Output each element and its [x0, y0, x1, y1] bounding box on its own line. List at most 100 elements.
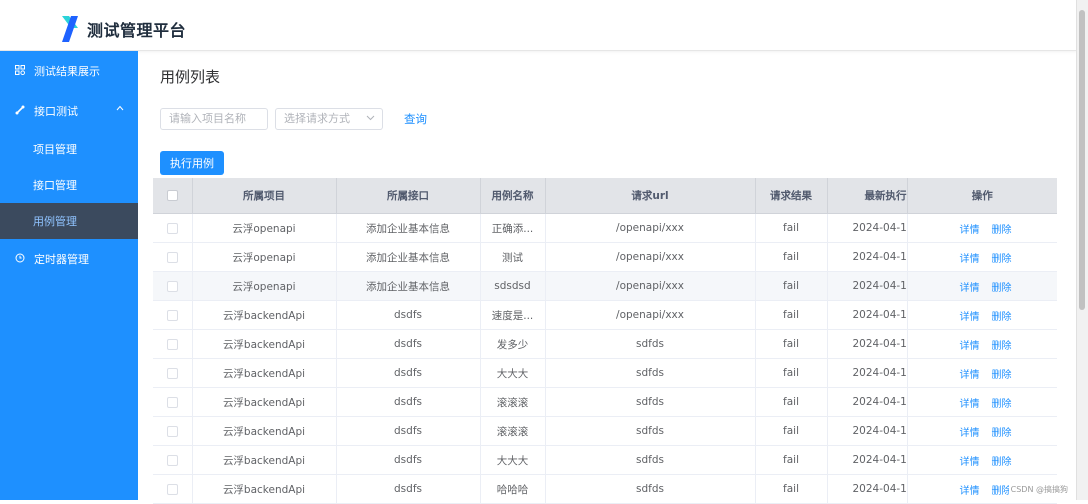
- row-select-cell[interactable]: [153, 271, 193, 301]
- cell-result: fail: [755, 271, 828, 301]
- chevron-down-icon: [366, 109, 375, 129]
- select-all-header[interactable]: [153, 178, 193, 214]
- cell-case-name: 大大大: [480, 445, 546, 475]
- cell-result: fail: [755, 300, 828, 330]
- row-checkbox[interactable]: [166, 367, 178, 379]
- table-row: 云浮backendApidsdfs滚滚滚sdfdsfail2024-04-16详…: [153, 387, 1057, 417]
- delete-link[interactable]: 删除: [992, 457, 1012, 468]
- table-row: 云浮backendApidsdfs滚滚滚sdfdsfail2024-04-16详…: [153, 416, 1057, 446]
- table-row: 云浮openapi 添加企业基本信息 sdsdsd/openapi/xxx fail 2…: [153, 271, 1057, 301]
- delete-link[interactable]: 删除: [992, 370, 1012, 381]
- delete-link[interactable]: 删除: [992, 283, 1012, 294]
- row-checkbox[interactable]: [166, 396, 178, 408]
- row-select-cell[interactable]: [153, 242, 193, 272]
- sidebar-item-project-management[interactable]: 项目管理: [0, 131, 138, 167]
- logo-icon: [62, 16, 78, 42]
- detail-link[interactable]: 详情: [960, 428, 980, 439]
- sidebar-item-case-management[interactable]: 用例管理: [0, 203, 138, 239]
- detail-link[interactable]: 详情: [960, 457, 980, 468]
- row-checkbox[interactable]: [166, 454, 178, 466]
- row-select-cell[interactable]: [153, 416, 193, 446]
- cell-api: 添加企业基本信息: [336, 242, 481, 272]
- cell-url: /openapi/xxx: [545, 271, 756, 301]
- select-all-checkbox[interactable]: [166, 190, 178, 201]
- detail-link[interactable]: 详情: [960, 225, 980, 236]
- cell-case-name: 大大大: [480, 358, 546, 388]
- execute-cases-button[interactable]: 执行用例: [160, 151, 224, 175]
- delete-link[interactable]: 删除: [992, 428, 1012, 439]
- delete-link[interactable]: 删除: [992, 312, 1012, 323]
- request-method-placeholder: 选择请求方式: [284, 112, 350, 125]
- row-select-cell[interactable]: [153, 387, 193, 417]
- row-checkbox[interactable]: [166, 251, 178, 263]
- table-row: 云浮openapi 添加企业基本信息 测试/openapi/xxx fail 2024-…: [153, 242, 1057, 272]
- row-checkbox[interactable]: [166, 280, 178, 292]
- row-select-cell[interactable]: [153, 474, 193, 504]
- request-method-select[interactable]: 选择请求方式: [275, 108, 383, 130]
- cell-result: fail: [755, 445, 828, 475]
- cell-case-name: 发多少: [480, 329, 546, 359]
- delete-link[interactable]: 删除: [992, 399, 1012, 410]
- cell-result: fail: [755, 242, 828, 272]
- top-header: 测试管理平台: [0, 0, 1077, 51]
- row-select-cell[interactable]: [153, 358, 193, 388]
- cell-api: dsdfs: [336, 445, 481, 475]
- delete-link[interactable]: 删除: [992, 341, 1012, 352]
- delete-link[interactable]: 删除: [992, 254, 1012, 265]
- cell-url: /openapi/xxx: [545, 213, 756, 243]
- detail-link[interactable]: 详情: [960, 341, 980, 352]
- detail-link[interactable]: 详情: [960, 486, 980, 497]
- cell-actions: 详情 删除: [906, 445, 1057, 475]
- cell-result: fail: [755, 387, 828, 417]
- cell-project: 云浮openapi: [192, 242, 337, 272]
- detail-link[interactable]: 详情: [960, 254, 980, 265]
- scrollbar-thumb[interactable]: [1079, 10, 1085, 310]
- table-row: 云浮backendApi dsdfs 速度是.../openapi/xxx fail 2…: [153, 300, 1057, 330]
- row-checkbox[interactable]: [166, 425, 178, 437]
- column-header-case-name: 用例名称: [480, 178, 546, 214]
- row-select-cell[interactable]: [153, 445, 193, 475]
- row-checkbox[interactable]: [166, 309, 178, 321]
- cell-url: sdfds: [545, 445, 756, 475]
- detail-link[interactable]: 详情: [960, 283, 980, 294]
- table-row: 云浮backendApidsdfs发多少sdfdsfail2024-04-16详…: [153, 329, 1057, 359]
- delete-link[interactable]: 删除: [992, 225, 1012, 236]
- cell-actions: 详情 删除: [906, 300, 1057, 330]
- row-checkbox[interactable]: [166, 338, 178, 350]
- row-select-cell[interactable]: [153, 300, 193, 330]
- column-header-project: 所属项目: [192, 178, 337, 214]
- cell-url: /openapi/xxx: [545, 242, 756, 272]
- table-row: 云浮backendApidsdfs哈哈哈sdfdsfail2024-04-16 详…: [153, 474, 1057, 504]
- row-checkbox[interactable]: [166, 222, 178, 234]
- sidebar-item-api-management[interactable]: 接口管理: [0, 167, 138, 203]
- cell-actions: 详情 删除: [906, 416, 1057, 446]
- cell-project: 云浮openapi: [192, 213, 337, 243]
- cell-actions: 详情 删除: [906, 358, 1057, 388]
- sidebar-item-timer-management[interactable]: 定时器管理: [0, 241, 138, 277]
- detail-link[interactable]: 详情: [960, 399, 980, 410]
- cell-api: dsdfs: [336, 329, 481, 359]
- sidebar-item-label: 测试结果展示: [34, 65, 100, 78]
- sidebar: 测试结果展示 接口测试 项目管理 接口管理 用例管理 定时器管理: [0, 51, 138, 500]
- query-button[interactable]: 查询: [404, 111, 427, 127]
- row-select-cell[interactable]: [153, 213, 193, 243]
- row-select-cell[interactable]: [153, 329, 193, 359]
- sidebar-item-api-test[interactable]: 接口测试: [0, 93, 138, 129]
- sidebar-item-test-results[interactable]: 测试结果展示: [0, 53, 138, 89]
- cell-project: 云浮openapi: [192, 271, 337, 301]
- cell-url: sdfds: [545, 329, 756, 359]
- detail-link[interactable]: 详情: [960, 370, 980, 381]
- detail-link[interactable]: 详情: [960, 312, 980, 323]
- column-header-actions: 操作: [906, 178, 1057, 214]
- project-name-input[interactable]: 请输入项目名称: [160, 108, 268, 130]
- sidebar-item-label: 项目管理: [33, 143, 77, 156]
- cell-project: 云浮backendApi: [192, 300, 337, 330]
- cell-project: 云浮backendApi: [192, 329, 337, 359]
- project-name-placeholder: 请输入项目名称: [169, 112, 246, 125]
- row-checkbox[interactable]: [166, 483, 178, 495]
- page-scrollbar[interactable]: [1076, 0, 1088, 500]
- cell-actions: 详情 删除: [906, 387, 1057, 417]
- cell-actions: 详情 删除: [906, 213, 1057, 243]
- cell-result: fail: [755, 358, 828, 388]
- cell-result: fail: [755, 416, 828, 446]
